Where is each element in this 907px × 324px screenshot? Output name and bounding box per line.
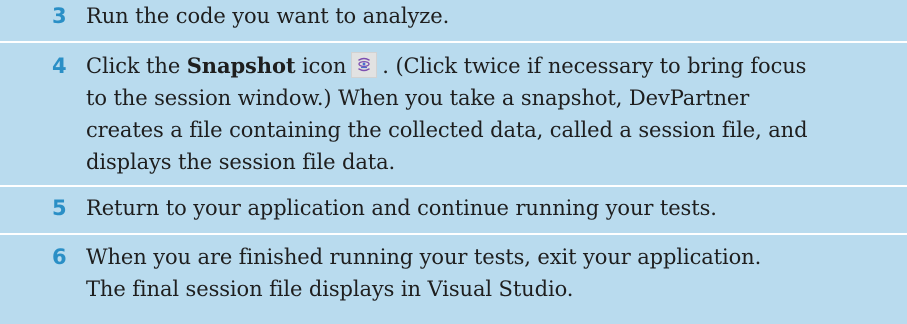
step-text: Run the code you want to analyze. [86, 0, 897, 32]
step-text: Click the Snapshot icon . (Click twice i… [86, 50, 897, 178]
step-text: Return to your application and continue … [86, 192, 897, 224]
snapshot-icon [351, 52, 378, 78]
step-3: 3 Run the code you want to analyze. [0, 0, 907, 32]
step-text-line: to the session window.) When you take a … [86, 86, 750, 110]
step-text-line: Run the code you want to analyze. [86, 4, 450, 28]
step-number: 5 [52, 196, 67, 220]
snapshot-term: Snapshot [186, 53, 296, 78]
step-text-line: Return to your application and continue … [86, 196, 717, 220]
text-run: Click the [86, 54, 187, 78]
step-number: 3 [52, 4, 67, 28]
procedure-steps: 3 Run the code you want to analyze. 4 Cl… [0, 0, 907, 324]
step-6: 6 When you are finished running your tes… [0, 241, 907, 305]
step-divider [0, 185, 907, 187]
step-divider [0, 41, 907, 43]
step-text-line: Click the Snapshot icon . (Click twice i… [86, 50, 897, 82]
text-run: icon [295, 54, 347, 78]
step-number: 4 [52, 54, 67, 78]
step-text-line: creates a file containing the collected … [86, 118, 808, 142]
step-5: 5 Return to your application and continu… [0, 192, 907, 224]
step-divider [0, 233, 907, 235]
step-number: 6 [52, 245, 67, 269]
step-text-line: displays the session file data. [86, 150, 396, 174]
step-text-line: When you are finished running your tests… [86, 245, 762, 269]
step-4: 4 Click the Snapshot icon . (Click twice… [0, 50, 907, 178]
step-text: When you are finished running your tests… [86, 241, 897, 305]
text-run: . (Click twice if necessary to bring foc… [382, 54, 807, 78]
step-text-line: The final session file displays in Visua… [86, 277, 574, 301]
